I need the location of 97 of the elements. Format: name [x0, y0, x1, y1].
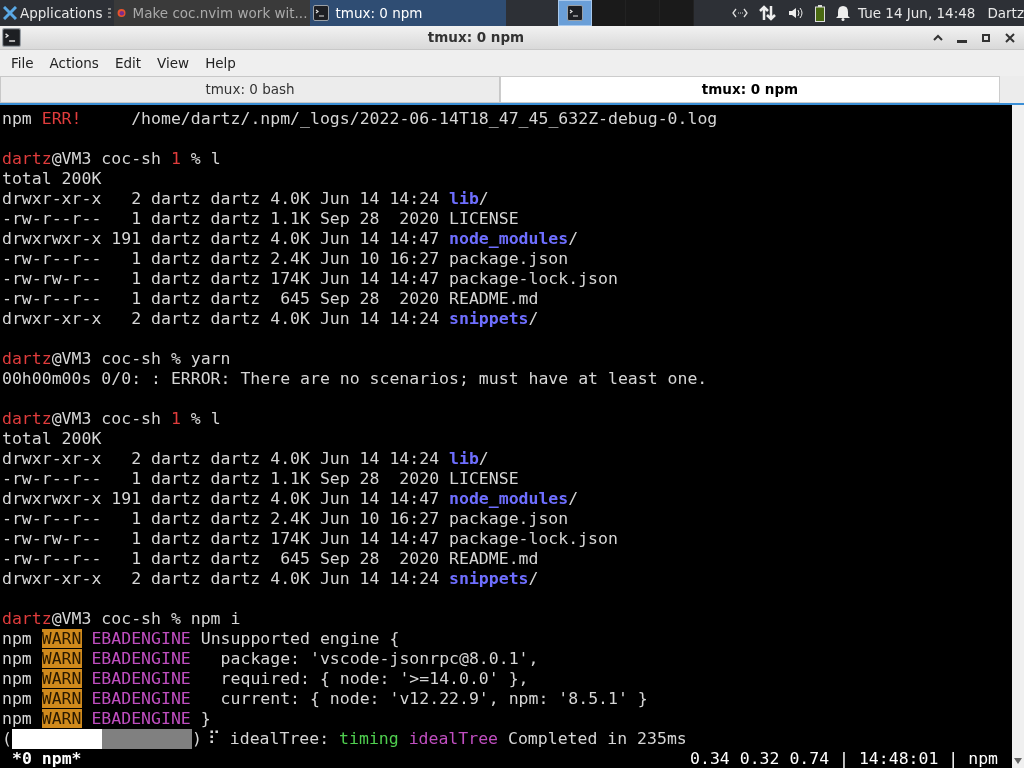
terminal-text: required: { node: '>=14.0.0' }, — [219, 669, 529, 688]
terminal-highlight: snippets — [449, 309, 529, 328]
terminal-text: -rw-r--r-- 1 dartz dartz 1.1K Sep 28 2020 LICENSE — [2, 209, 519, 228]
terminal-text: -rw-rw-r-- 1 dartz dartz 174K Jun 14 14:47 package-lock.json — [2, 269, 618, 288]
transfer-icon — [759, 5, 777, 21]
terminal-text: total 200K — [2, 429, 102, 448]
terminal-text: } — [199, 709, 211, 728]
terminal-text: Unsupported engine { — [199, 629, 400, 648]
menu-item[interactable]: Edit — [106, 52, 150, 74]
terminal-highlight: lib — [449, 449, 479, 468]
terminal-text: / — [568, 229, 579, 248]
minimize-icon — [957, 39, 967, 43]
terminal-highlight: ERR! — [41, 109, 82, 128]
terminal-highlight: dartz — [2, 149, 52, 168]
terminal-text: / — [478, 189, 489, 208]
terminal-text: idealTree: — [228, 729, 331, 748]
menu-item[interactable]: Help — [197, 52, 244, 74]
terminal-text: /home/dartz/.npm/_logs/2022-06-14T18_47_45_632Z-debug-0.log — [130, 109, 718, 128]
terminal-highlight: EBADENGINE — [90, 709, 191, 728]
terminal-text: drwxr-xr-x 2 dartz dartz 4.0K Jun 14 14:24 — [2, 189, 441, 208]
terminal-highlight: idealTree — [407, 729, 499, 748]
scroll-down-icon[interactable] — [1014, 758, 1022, 764]
tmux-status-text: 0.34 0.32 0.74 | 14:48:01 | npm — [690, 749, 999, 768]
terminal-text: drwxrwxr-x 191 dartz dartz 4.0K Jun 14 14:47 — [2, 489, 441, 508]
spinner: ⠏ — [207, 729, 220, 749]
terminal-text: -rw-r--r-- 1 dartz dartz 645 Sep 28 2020 README.md — [2, 289, 539, 308]
terminal-text: drwxrwxr-x 191 dartz dartz 4.0K Jun 14 14:47 — [2, 229, 441, 248]
terminal-text: / — [528, 309, 539, 328]
terminal-text: @VM3 coc-sh — [51, 149, 162, 168]
menu-item[interactable]: View — [149, 52, 198, 74]
terminal-highlight: EBADENGINE — [90, 649, 191, 668]
terminal-text: -rw-r--r-- 1 dartz dartz 1.1K Sep 28 2020 LICENSE — [2, 469, 519, 488]
terminal-icon — [313, 5, 330, 21]
terminal-text: package: 'vscode-jsonrpc@8.0.1', — [219, 649, 539, 668]
terminal-text: Completed in 235ms — [506, 729, 687, 748]
battery-icon — [815, 4, 825, 22]
terminal-text: current: { node: 'v12.22.9', npm: '8.5.1' } — [219, 689, 648, 708]
terminal-text: / — [478, 449, 489, 468]
terminal-highlight: dartz — [2, 609, 52, 628]
terminal-highlight: lib — [449, 189, 479, 208]
terminal-highlight: timing — [339, 729, 399, 748]
bell-icon — [836, 5, 850, 21]
menu-item[interactable]: File — [3, 52, 42, 74]
menu-item[interactable]: Actions — [41, 52, 107, 74]
terminal-highlight: 1 — [170, 149, 181, 168]
terminal-text: -rw-r--r-- 1 dartz dartz 2.4K Jun 10 16:27 package.json — [2, 249, 569, 268]
user-name[interactable]: Dartz — [987, 2, 1024, 24]
terminal-text: npm — [2, 629, 33, 648]
terminal-text: npm — [2, 669, 33, 688]
scrollbar[interactable] — [1012, 105, 1024, 768]
terminal-text: npm — [2, 689, 33, 708]
terminal-text: drwxr-xr-x 2 dartz dartz 4.0K Jun 14 14:24 — [2, 569, 441, 588]
tab[interactable]: tmux: 0 bash — [0, 76, 500, 103]
tab[interactable]: tmux: 0 npm — [500, 76, 1000, 103]
taskbar-button[interactable]: Make coc.nvim work wit... — [114, 0, 311, 26]
terminal-highlight: snippets — [449, 569, 529, 588]
terminal-text: @VM3 coc-sh % npm i — [51, 609, 241, 628]
terminal-text: npm — [2, 109, 33, 128]
clock[interactable]: Tue 14 Jun, 14:48 — [858, 2, 976, 24]
volume-icon — [788, 6, 804, 20]
close-icon — [1005, 32, 1015, 43]
terminal-text: -rw-rw-r-- 1 dartz dartz 174K Jun 14 14:47 package-lock.json — [2, 529, 618, 548]
terminal-text: / — [568, 489, 579, 508]
terminal-highlight: dartz — [2, 349, 52, 368]
terminal-highlight: EBADENGINE — [90, 629, 191, 648]
terminal-text: npm — [2, 709, 33, 728]
progress-bracket: ( — [2, 729, 12, 749]
handle-icon — [108, 8, 112, 18]
terminal-text: % l — [189, 149, 221, 168]
terminal-highlight: node_modules — [449, 229, 569, 248]
terminal-text: / — [528, 569, 539, 588]
terminal-highlight: EBADENGINE — [90, 669, 191, 688]
terminal-text: @VM3 coc-sh % yarn — [51, 349, 231, 368]
terminal-highlight: EBADENGINE — [90, 689, 191, 708]
terminal-icon — [567, 5, 583, 21]
window-title: tmux: 0 npm — [426, 28, 526, 48]
terminal-text: -rw-r--r-- 1 dartz dartz 645 Sep 28 2020 README.md — [2, 549, 539, 568]
terminal-text: -rw-r--r-- 1 dartz dartz 2.4K Jun 10 16:27 package.json — [2, 509, 569, 528]
taskbar-button[interactable]: tmux: 0 npm — [310, 0, 507, 26]
tmux-window-label: *0 npm* — [11, 749, 82, 768]
terminal-text: 00h00m00s 0/0: : ERROR: There are no scenarios; must have at least one. — [2, 369, 708, 388]
maximize-icon — [982, 33, 990, 42]
terminal-text: total 200K — [2, 169, 102, 188]
terminal-text: drwxr-xr-x 2 dartz dartz 4.0K Jun 14 14:24 — [2, 309, 441, 328]
terminal-highlight: node_modules — [449, 489, 569, 508]
network-icon — [732, 8, 748, 18]
terminal-text: npm — [2, 649, 33, 668]
terminal-highlight: dartz — [2, 409, 52, 428]
terminal-text: % l — [189, 409, 221, 428]
progress-bracket: ) — [191, 729, 202, 749]
terminal-text: @VM3 coc-sh — [51, 409, 162, 428]
terminal-text: drwxr-xr-x 2 dartz dartz 4.0K Jun 14 14:24 — [2, 449, 441, 468]
terminal-icon — [2, 28, 21, 47]
terminal-highlight: 1 — [170, 409, 181, 428]
applications-menu-button[interactable]: Applications — [0, 0, 106, 26]
chevron-up-icon — [933, 34, 943, 41]
x-logo-icon — [3, 6, 17, 20]
